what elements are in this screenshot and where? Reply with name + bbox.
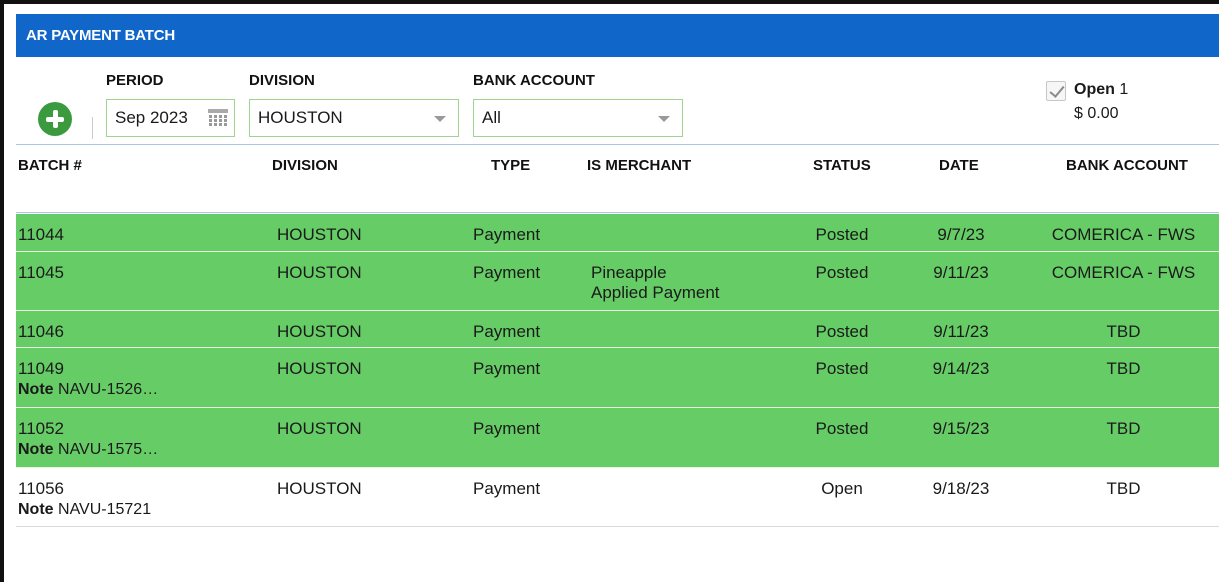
panel-title: AR PAYMENT BATCH xyxy=(16,14,1219,57)
note-label: Note xyxy=(18,501,54,518)
division-value: HOUSTON xyxy=(258,108,343,127)
type-cell: Payment xyxy=(473,225,541,244)
division-select[interactable]: HOUSTON xyxy=(249,99,459,137)
bank-account-cell: TBD xyxy=(1106,419,1141,438)
column-header-is-merchant[interactable]: IS MERCHANT xyxy=(587,157,691,174)
note-label: Note xyxy=(18,441,54,458)
status-cell: Posted xyxy=(815,359,869,378)
batch-note: Note NAVU-1575… xyxy=(18,441,158,459)
note-text: NAVU-15721 xyxy=(58,501,152,518)
batch-number[interactable]: 11045 xyxy=(18,263,64,282)
filter-bar: PERIOD Sep 2023 DIVISION HOUSTON BANK AC… xyxy=(16,57,1219,143)
period-label: PERIOD xyxy=(106,72,164,89)
open-amount: $ 0.00 xyxy=(1074,105,1119,122)
date-cell: 9/11/23 xyxy=(933,263,989,282)
batch-number[interactable]: 11056 xyxy=(18,479,64,498)
open-label-text: Open xyxy=(1074,81,1115,98)
chevron-down-icon xyxy=(658,116,670,122)
division-cell: HOUSTON xyxy=(277,263,362,282)
division-cell: HOUSTON xyxy=(277,225,362,244)
batch-number[interactable]: 11046 xyxy=(18,322,64,341)
division-cell: HOUSTON xyxy=(277,419,362,438)
bank-account-cell: TBD xyxy=(1106,359,1141,378)
batch-cell: 11045 xyxy=(18,263,64,283)
table-row[interactable]: 11045 HOUSTON Payment Pineapple Applied Paym… xyxy=(16,252,1219,311)
status-cell: Posted xyxy=(815,419,869,438)
division-cell: HOUSTON xyxy=(277,359,362,378)
status-cell: Posted xyxy=(815,225,869,244)
column-header-bank-account[interactable]: BANK ACCOUNT xyxy=(1066,157,1188,174)
status-cell: Open xyxy=(821,479,863,498)
batch-number[interactable]: 11052 xyxy=(18,419,64,438)
batch-cell: 11049 Note NAVU-1526… xyxy=(18,359,158,399)
period-input[interactable]: Sep 2023 xyxy=(106,99,235,137)
type-cell: Payment xyxy=(473,263,541,282)
division-cell: HOUSTON xyxy=(277,479,362,498)
column-header-status[interactable]: STATUS xyxy=(813,157,871,174)
batch-note: Note NAVU-15721 xyxy=(18,501,151,519)
batch-note: Note NAVU-1526… xyxy=(18,381,158,399)
type-cell: Payment xyxy=(473,359,541,378)
open-count: 1 xyxy=(1119,81,1129,98)
period-value: Sep 2023 xyxy=(115,108,188,127)
bank-account-cell: COMERICA - FWS xyxy=(1051,225,1196,244)
bank-account-cell: COMERICA - FWS xyxy=(1051,263,1196,282)
column-header-batch[interactable]: BATCH # xyxy=(18,157,82,174)
table-row[interactable]: 11044 HOUSTON Payment Posted 9/7/23 COMERICA … xyxy=(16,214,1219,252)
note-text: NAVU-1526… xyxy=(58,381,159,398)
table-row[interactable]: 11046 HOUSTON Payment Posted 9/11/23 TBD xyxy=(16,311,1219,348)
bank-account-cell: TBD xyxy=(1106,322,1141,341)
bank-account-select[interactable]: All xyxy=(473,99,683,137)
type-cell: Payment xyxy=(473,479,541,498)
checkbox-icon[interactable] xyxy=(1046,81,1066,101)
note-text: NAVU-1575… xyxy=(58,441,159,458)
batch-cell: 11056 Note NAVU-15721 xyxy=(18,479,151,519)
batch-cell: 11052 Note NAVU-1575… xyxy=(18,419,158,459)
table-row[interactable]: 11049 Note NAVU-1526… HOUSTON Payment Posted… xyxy=(16,348,1219,408)
batch-number[interactable]: 11044 xyxy=(18,225,64,244)
open-label: Open 1 xyxy=(1074,81,1128,99)
merchant-line-2: Applied Payment xyxy=(591,283,720,302)
status-cell: Posted xyxy=(815,263,869,282)
table-row[interactable]: 11052 Note NAVU-1575… HOUSTON Payment Posted… xyxy=(16,408,1219,468)
status-cell: Posted xyxy=(815,322,869,341)
merchant-cell: Pineapple Applied Payment xyxy=(591,263,720,303)
ar-payment-batch-panel: AR PAYMENT BATCH PERIOD Sep 2023 DIVISIO… xyxy=(16,14,1219,586)
type-cell: Payment xyxy=(473,322,541,341)
date-cell: 9/7/23 xyxy=(937,225,985,244)
column-header-date[interactable]: DATE xyxy=(939,157,979,174)
divider xyxy=(92,117,93,139)
date-cell: 9/18/23 xyxy=(932,479,990,498)
division-label: DIVISION xyxy=(249,72,315,89)
batch-cell: 11044 xyxy=(18,225,64,245)
bank-account-cell: TBD xyxy=(1106,479,1141,498)
bank-account-value: All xyxy=(482,108,501,127)
date-cell: 9/11/23 xyxy=(933,322,989,341)
batch-number[interactable]: 11049 xyxy=(18,359,64,378)
table-header: BATCH # DIVISION TYPE IS MERCHANT STATUS… xyxy=(16,145,1219,213)
batch-cell: 11046 xyxy=(18,322,64,342)
column-header-division[interactable]: DIVISION xyxy=(272,157,338,174)
date-cell: 9/15/23 xyxy=(932,419,990,438)
type-cell: Payment xyxy=(473,419,541,438)
date-cell: 9/14/23 xyxy=(932,359,990,378)
calendar-icon[interactable] xyxy=(208,109,228,127)
bank-account-label: BANK ACCOUNT xyxy=(473,72,595,89)
app-frame: AR PAYMENT BATCH PERIOD Sep 2023 DIVISIO… xyxy=(0,0,1219,582)
division-cell: HOUSTON xyxy=(277,322,362,341)
chevron-down-icon xyxy=(434,116,446,122)
add-batch-button[interactable] xyxy=(38,102,72,136)
merchant-line-1: Pineapple xyxy=(591,263,667,282)
note-label: Note xyxy=(18,381,54,398)
batch-table: BATCH # DIVISION TYPE IS MERCHANT STATUS… xyxy=(16,144,1219,586)
table-row[interactable]: 11056 Note NAVU-15721 HOUSTON Payment Open 9/… xyxy=(16,468,1219,527)
column-header-type[interactable]: TYPE xyxy=(491,157,530,174)
